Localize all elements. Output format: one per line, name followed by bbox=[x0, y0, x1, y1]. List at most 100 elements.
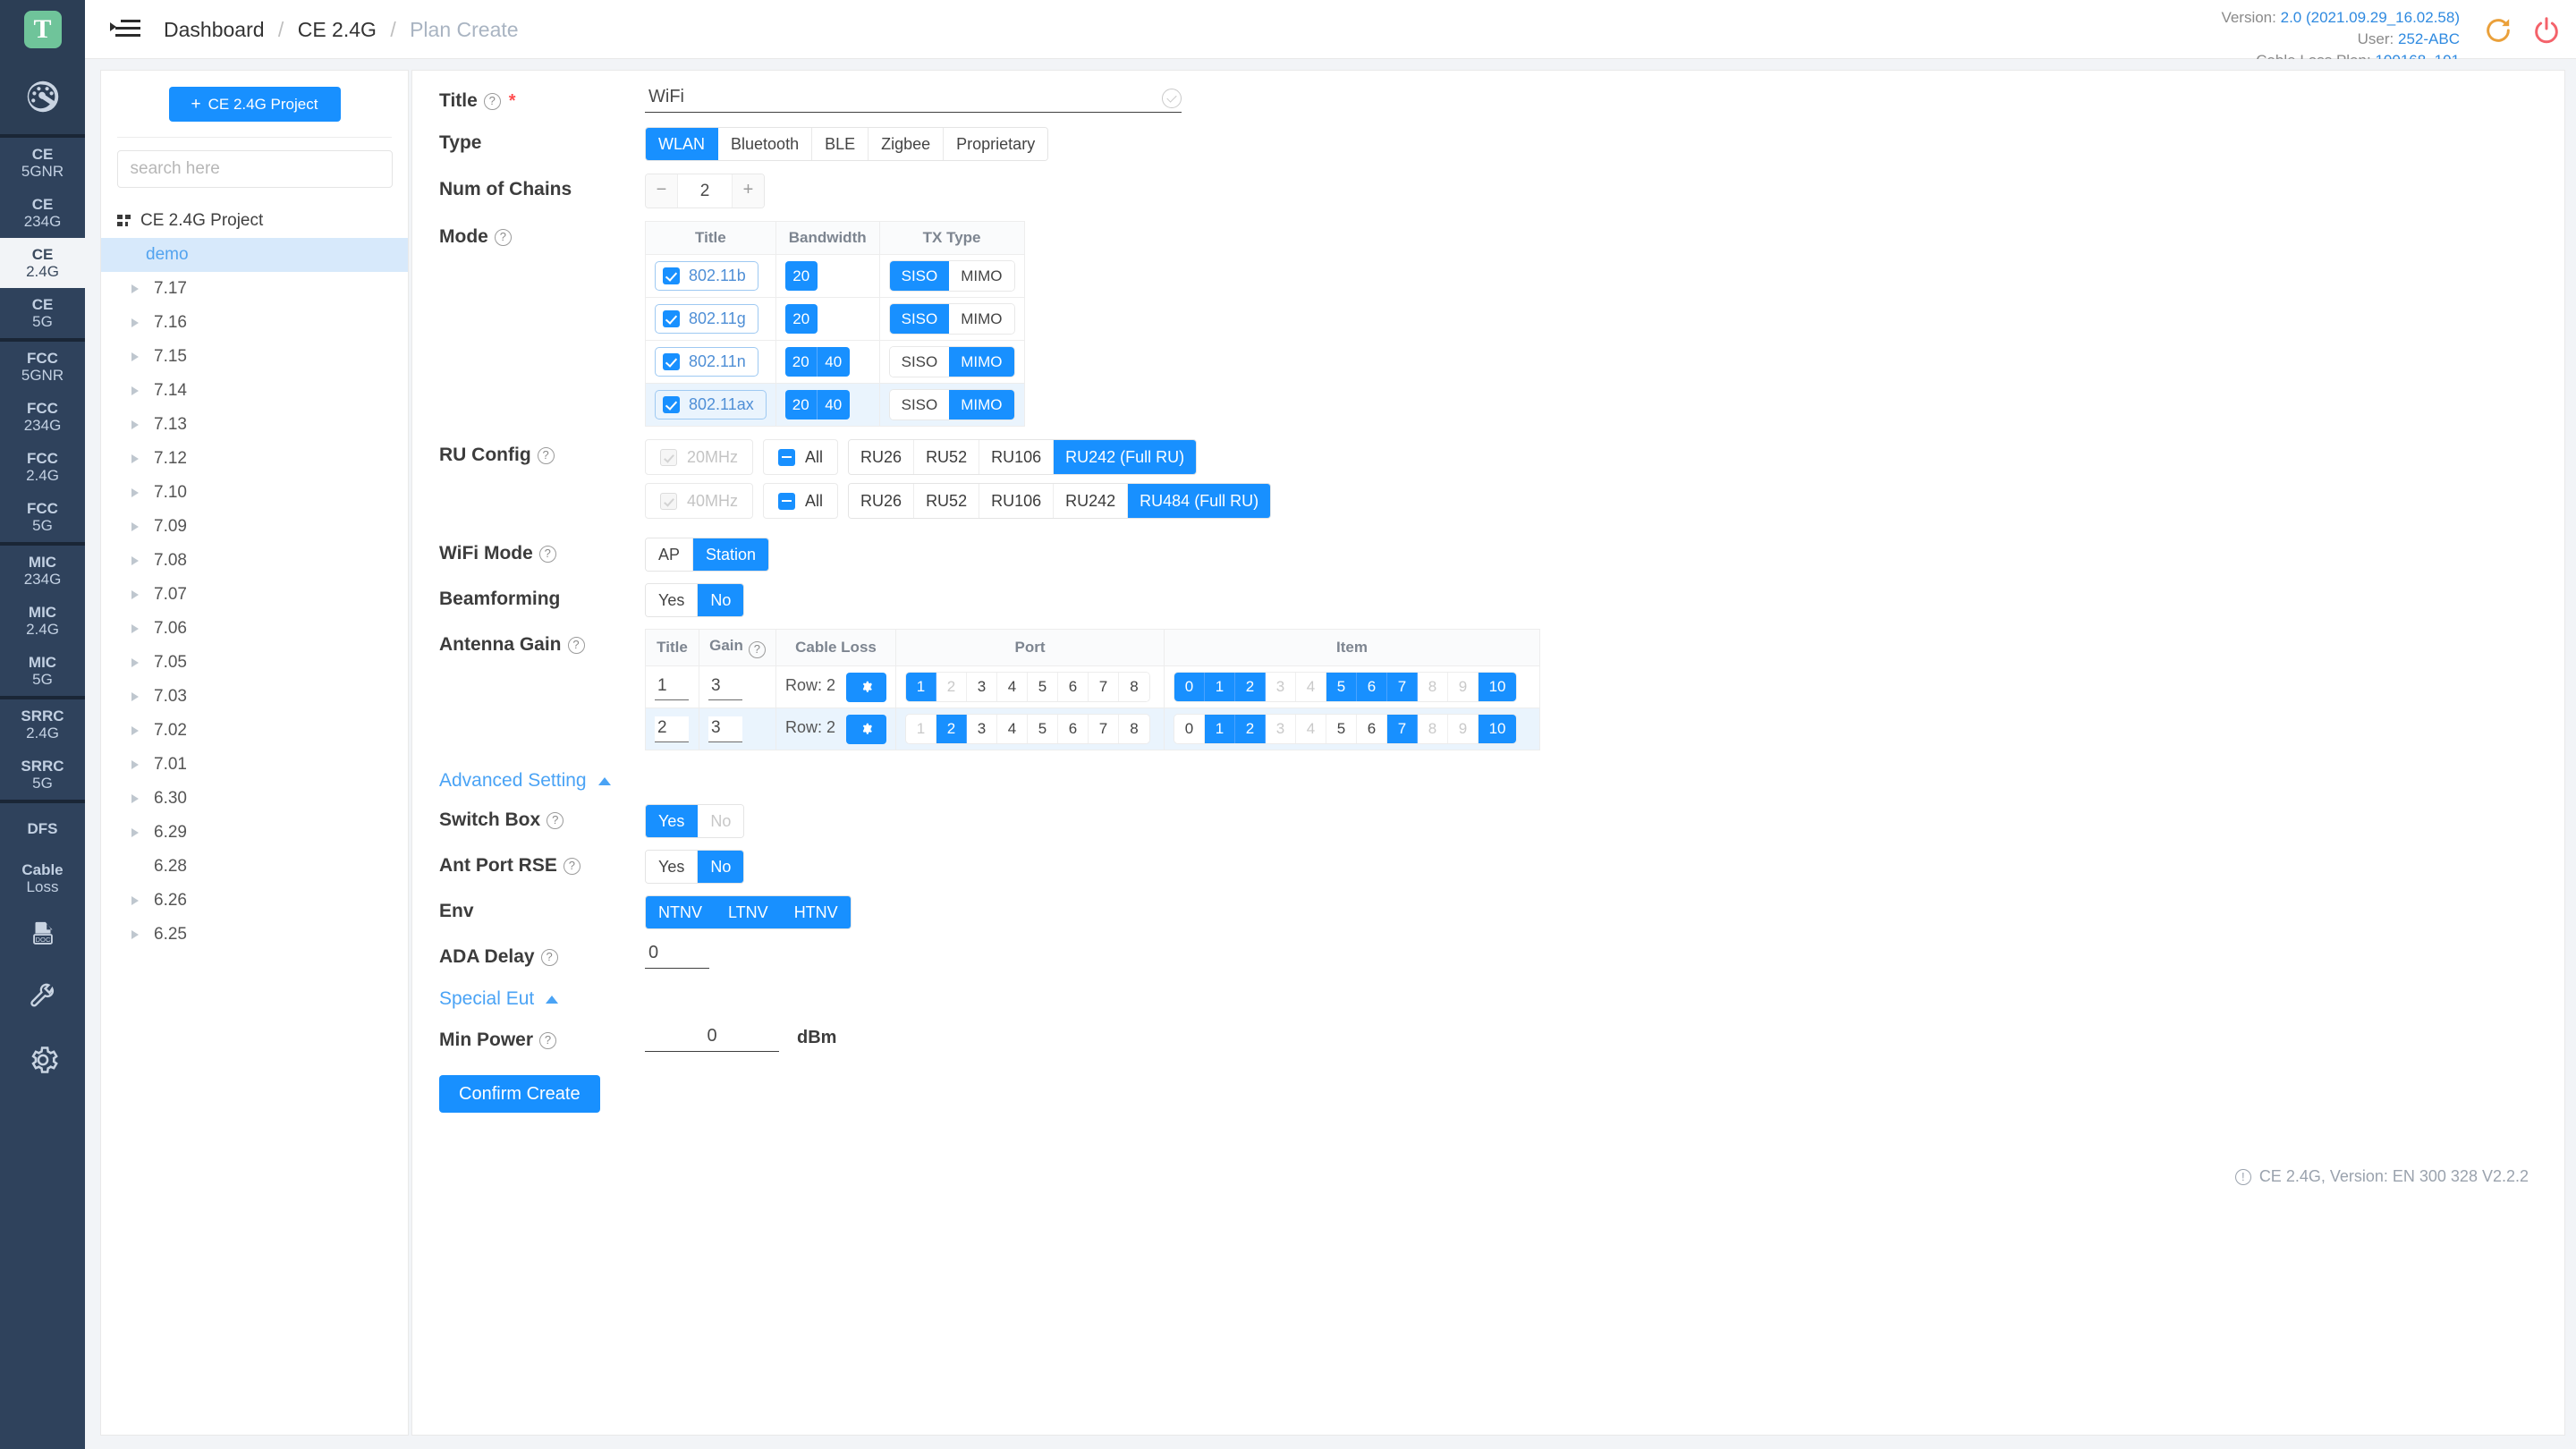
caret-right-icon[interactable] bbox=[131, 522, 139, 531]
tree-item[interactable]: 6.25 bbox=[101, 918, 408, 952]
bandwidth-group[interactable]: 20 bbox=[784, 304, 818, 334]
checkbox-checked-icon[interactable] bbox=[663, 353, 680, 370]
tree-item[interactable]: 7.16 bbox=[101, 306, 408, 340]
type-option-zigbee[interactable]: Zigbee bbox=[869, 128, 945, 160]
mode-checkbox-802-11ax[interactable]: 802.11ax bbox=[655, 390, 767, 419]
txtype-mimo[interactable]: MIMO bbox=[949, 261, 1014, 291]
bandwidth-20[interactable]: 20 bbox=[784, 390, 818, 419]
item-1[interactable]: 1 bbox=[1205, 715, 1236, 743]
wifi-mode-option-ap[interactable]: AP bbox=[646, 538, 694, 571]
caret-right-icon[interactable] bbox=[131, 420, 139, 429]
rail-item-ce-5g[interactable]: CE 5G bbox=[0, 288, 85, 338]
port-3[interactable]: 3 bbox=[967, 715, 998, 743]
rail-item-mic-5g[interactable]: MIC 5G bbox=[0, 646, 85, 696]
env-segmented-control[interactable]: NTNV LTNV HTNV bbox=[645, 895, 852, 929]
item-3[interactable]: 3 bbox=[1266, 715, 1297, 743]
rail-item-mic-2-4g[interactable]: MIC 2.4G bbox=[0, 596, 85, 646]
port-group[interactable]: 12345678 bbox=[905, 714, 1151, 744]
ag-gain-input[interactable] bbox=[708, 716, 742, 742]
hamburger-icon[interactable] bbox=[108, 16, 140, 43]
ag-title-input[interactable] bbox=[655, 674, 689, 700]
wifi-mode-segmented-control[interactable]: AP Station bbox=[645, 538, 770, 572]
txtype-siso[interactable]: SISO bbox=[889, 347, 950, 377]
tree-item[interactable]: 7.08 bbox=[101, 544, 408, 578]
txtype-group[interactable]: SISO MIMO bbox=[888, 260, 1015, 292]
bandwidth-40[interactable]: 40 bbox=[817, 390, 850, 419]
txtype-siso[interactable]: SISO bbox=[889, 261, 950, 291]
item-1[interactable]: 1 bbox=[1205, 673, 1236, 701]
stepper-minus-button[interactable]: − bbox=[646, 174, 677, 208]
confirm-create-button[interactable]: Confirm Create bbox=[439, 1075, 600, 1113]
tree-item[interactable]: 6.26 bbox=[101, 884, 408, 918]
switch-box-segmented-control[interactable]: Yes No bbox=[645, 804, 745, 838]
ru-all-checkbox[interactable]: All bbox=[763, 439, 839, 475]
caret-right-icon[interactable] bbox=[131, 930, 139, 939]
ru-option-ru242[interactable]: RU242 bbox=[1054, 484, 1129, 518]
tree-item[interactable]: demo bbox=[101, 238, 408, 272]
item-3[interactable]: 3 bbox=[1266, 673, 1297, 701]
txtype-group[interactable]: SISO MIMO bbox=[888, 346, 1015, 377]
item-6[interactable]: 6 bbox=[1357, 715, 1388, 743]
ru-options-group[interactable]: RU26 RU52 RU106 RU242 (Full RU) bbox=[848, 439, 1198, 475]
wrench-icon[interactable] bbox=[0, 966, 85, 1029]
port-group[interactable]: 12345678 bbox=[905, 672, 1151, 702]
caret-right-icon[interactable] bbox=[131, 828, 139, 837]
wifi-mode-option-station[interactable]: Station bbox=[693, 538, 769, 571]
rail-item-fcc-5g[interactable]: FCC 5G bbox=[0, 492, 85, 542]
checkbox-checked-icon[interactable] bbox=[663, 267, 680, 284]
rail-item-dfs[interactable]: DFS bbox=[0, 803, 85, 853]
item-7[interactable]: 7 bbox=[1387, 715, 1419, 743]
help-icon[interactable]: ? bbox=[494, 228, 512, 246]
type-option-proprietary[interactable]: Proprietary bbox=[944, 128, 1048, 160]
bandwidth-20[interactable]: 20 bbox=[784, 304, 818, 334]
item-0[interactable]: 0 bbox=[1174, 715, 1206, 743]
tree-item[interactable]: 7.06 bbox=[101, 612, 408, 646]
port-1[interactable]: 1 bbox=[906, 673, 937, 701]
stepper-value[interactable]: 2 bbox=[677, 174, 733, 208]
item-0[interactable]: 0 bbox=[1174, 673, 1206, 701]
checkbox-checked-icon[interactable] bbox=[663, 310, 680, 327]
help-icon[interactable]: ? bbox=[483, 92, 501, 110]
new-project-button[interactable]: + CE 2.4G Project bbox=[168, 87, 341, 122]
item-4[interactable]: 4 bbox=[1296, 673, 1327, 701]
cable-loss-gear-button[interactable] bbox=[846, 672, 887, 702]
port-2[interactable]: 2 bbox=[936, 715, 968, 743]
tree-item[interactable]: 7.12 bbox=[101, 442, 408, 476]
port-7[interactable]: 7 bbox=[1089, 715, 1120, 743]
advanced-setting-toggle[interactable]: Advanced Setting bbox=[439, 770, 611, 792]
ru-option-ru106[interactable]: RU106 bbox=[979, 484, 1055, 518]
breadcrumb-ce24g[interactable]: CE 2.4G bbox=[298, 18, 377, 41]
caret-right-icon[interactable] bbox=[131, 386, 139, 395]
caret-right-icon[interactable] bbox=[131, 454, 139, 463]
port-4[interactable]: 4 bbox=[997, 715, 1029, 743]
rail-item-ce-2-4g[interactable]: CE 2.4G bbox=[0, 238, 85, 288]
item-2[interactable]: 2 bbox=[1235, 715, 1267, 743]
caret-right-icon[interactable] bbox=[131, 896, 139, 905]
bandwidth-20[interactable]: 20 bbox=[784, 347, 818, 377]
caret-right-icon[interactable] bbox=[131, 284, 139, 293]
num-chains-stepper[interactable]: − 2 + bbox=[645, 174, 765, 208]
ru-options-group[interactable]: RU26 RU52 RU106 RU242 RU484 (Full RU) bbox=[848, 483, 1272, 519]
ru-width-checkbox-20MHz[interactable]: 20MHz bbox=[645, 439, 754, 475]
tree-item[interactable]: 7.02 bbox=[101, 714, 408, 748]
port-3[interactable]: 3 bbox=[967, 673, 998, 701]
ag-gain-input[interactable] bbox=[708, 674, 742, 700]
caret-right-icon[interactable] bbox=[131, 556, 139, 565]
port-4[interactable]: 4 bbox=[997, 673, 1029, 701]
txtype-group[interactable]: SISO MIMO bbox=[888, 303, 1015, 335]
rail-item-fcc-2-4g[interactable]: FCC 2.4G bbox=[0, 442, 85, 492]
item-7[interactable]: 7 bbox=[1387, 673, 1419, 701]
breadcrumb-dashboard[interactable]: Dashboard bbox=[164, 18, 265, 41]
item-2[interactable]: 2 bbox=[1235, 673, 1267, 701]
switch-box-option-yes[interactable]: Yes bbox=[646, 805, 699, 837]
port-2[interactable]: 2 bbox=[936, 673, 968, 701]
search-input[interactable] bbox=[116, 150, 393, 188]
rail-item-ce-234g[interactable]: CE 234G bbox=[0, 188, 85, 238]
txtype-mimo[interactable]: MIMO bbox=[949, 347, 1014, 377]
bandwidth-group[interactable]: 20 40 bbox=[784, 347, 850, 377]
caret-right-icon[interactable] bbox=[131, 488, 139, 497]
tree-item[interactable]: 7.09 bbox=[101, 510, 408, 544]
tree-item[interactable]: 7.05 bbox=[101, 646, 408, 680]
txtype-mimo[interactable]: MIMO bbox=[949, 390, 1014, 419]
tree-item[interactable]: 7.13 bbox=[101, 408, 408, 442]
